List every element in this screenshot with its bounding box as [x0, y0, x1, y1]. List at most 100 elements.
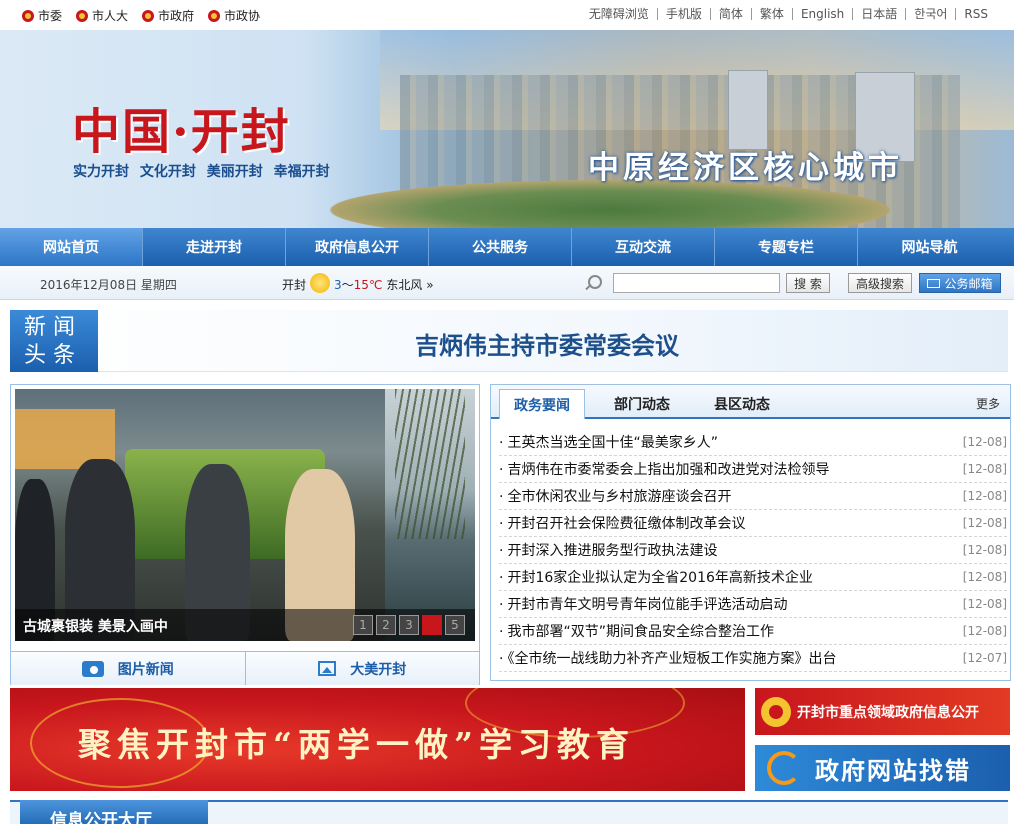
- weather-widget[interactable]: 开封 3～15℃ 东北风 »: [282, 272, 434, 293]
- link-korean[interactable]: 한국어: [905, 8, 955, 20]
- org-links: 市委 市人大 市政府 市政协: [22, 7, 260, 24]
- cppcc-emblem-icon: [208, 9, 221, 22]
- news-date: [12-08]: [962, 462, 1007, 476]
- pager-3[interactable]: 3: [399, 615, 419, 635]
- tab-photo-news[interactable]: 图片新闻: [11, 652, 246, 685]
- news-date: [12-08]: [962, 489, 1007, 503]
- nav-gov-info[interactable]: 政府信息公开: [286, 228, 429, 266]
- photo-news-image[interactable]: [15, 389, 475, 641]
- news-title[interactable]: 开封召开社会保险费征缴体制改革会议: [499, 513, 745, 533]
- link-simplified[interactable]: 简体: [709, 8, 751, 20]
- link-shizhengxie[interactable]: 市政协: [208, 7, 260, 24]
- nav-interaction[interactable]: 互动交流: [572, 228, 715, 266]
- link-shizhengfu[interactable]: 市政府: [142, 7, 194, 24]
- news-list: 王英杰当选全国十佳“最美家乡人” [12-08] 吉炳伟在市委常委会上指出加强和改…: [499, 429, 1007, 672]
- list-item[interactable]: 《全市统一战线助力补齐产业短板工作实施方案》出台 [12-07]: [499, 645, 1007, 672]
- list-item[interactable]: 开封16家企业拟认定为全省2016年高新技术企业 [12-08]: [499, 564, 1007, 591]
- news-title[interactable]: 王英杰当选全国十佳“最美家乡人”: [499, 432, 718, 452]
- news-date: [12-07]: [962, 651, 1007, 665]
- tab-county-news[interactable]: 县区动态: [699, 389, 785, 419]
- image-icon: [318, 661, 337, 676]
- link-mobile[interactable]: 手机版: [656, 8, 710, 20]
- key-info-disclosure-label: 开封市重点领域政府信息公开: [797, 704, 979, 721]
- headline-tag: 新 闻 头 条: [10, 310, 98, 372]
- news-more-link[interactable]: 更多: [976, 395, 1000, 412]
- link-shirenda[interactable]: 市人大: [76, 7, 128, 24]
- ie-logo-icon: [767, 751, 801, 785]
- section-title[interactable]: 信息公开大厅: [20, 800, 208, 824]
- camera-icon: [81, 660, 104, 677]
- pager-5[interactable]: 5: [445, 615, 465, 635]
- utility-links: 无障碍浏览 手机版 简体 繁体 English 日本語 한국어 RSS: [581, 8, 996, 20]
- photo-caption-bar: 古城裹银装 美景入画中 1 2 3 4 5: [15, 609, 475, 641]
- temp-separator: ～: [341, 278, 354, 292]
- banner-slogan: 中原经济区核心城市: [588, 150, 903, 186]
- top-bar: 市委 市人大 市政府 市政协 无障碍浏览 手机版 简体 繁体 English 日…: [0, 0, 1014, 30]
- news-date: [12-08]: [962, 570, 1007, 584]
- news-date: [12-08]: [962, 435, 1007, 449]
- photo-tabs: 图片新闻 大美开封: [11, 651, 479, 685]
- nav-special-topics[interactable]: 专题专栏: [715, 228, 858, 266]
- news-title[interactable]: 《全市统一战线助力补齐产业短板工作实施方案》出台: [499, 648, 836, 668]
- nav-about[interactable]: 走进开封: [143, 228, 286, 266]
- current-date: 2016年12月08日 星期四: [40, 278, 177, 292]
- link-rss[interactable]: RSS: [955, 8, 996, 20]
- news-date: [12-08]: [962, 624, 1007, 638]
- list-item[interactable]: 开封召开社会保险费征缴体制改革会议 [12-08]: [499, 510, 1007, 537]
- photo-news-panel: 古城裹银装 美景入画中 1 2 3 4 5 图片新闻 大美开封: [10, 384, 480, 685]
- list-item[interactable]: 吉炳伟在市委常委会上指出加强和改进党对法检领导 [12-08]: [499, 456, 1007, 483]
- photo-pager: 1 2 3 4 5: [353, 615, 465, 635]
- list-item[interactable]: 开封深入推进服务型行政执法建设 [12-08]: [499, 537, 1007, 564]
- headline-tag-line2: 头 条: [24, 343, 75, 368]
- mail-icon: [927, 278, 941, 288]
- report-error-banner[interactable]: 政府网站找错: [755, 745, 1010, 791]
- link-accessibility[interactable]: 无障碍浏览: [581, 8, 657, 20]
- temp-low: 3: [334, 278, 342, 292]
- link-shiwei[interactable]: 市委: [22, 7, 62, 24]
- pager-2[interactable]: 2: [376, 615, 396, 635]
- news-date: [12-08]: [962, 543, 1007, 557]
- nav-sitemap[interactable]: 网站导航: [858, 228, 1001, 266]
- nav-home[interactable]: 网站首页: [0, 228, 143, 266]
- tab-gov-news[interactable]: 政务要闻: [499, 389, 585, 419]
- search-button[interactable]: 搜 索: [786, 273, 830, 293]
- wind: 东北风 »: [386, 278, 434, 292]
- news-title[interactable]: 全市休闲农业与乡村旅游座谈会召开: [499, 486, 731, 506]
- pager-1[interactable]: 1: [353, 615, 373, 635]
- news-title[interactable]: 开封深入推进服务型行政执法建设: [499, 540, 717, 560]
- link-traditional[interactable]: 繁体: [750, 8, 792, 20]
- two-studies-banner[interactable]: 聚焦开封市“两学一做”学习教育: [10, 688, 745, 791]
- national-emblem-icon: [142, 9, 155, 22]
- official-mail-label: 公务邮箱: [944, 276, 993, 291]
- list-item[interactable]: 我市部署“双节”期间食品安全综合整治工作 [12-08]: [499, 618, 1007, 645]
- news-date: [12-08]: [962, 516, 1007, 530]
- photo-caption[interactable]: 古城裹银装 美景入画中: [23, 616, 168, 636]
- link-english[interactable]: English: [791, 8, 852, 20]
- list-item[interactable]: 王英杰当选全国十佳“最美家乡人” [12-08]: [499, 429, 1007, 456]
- tab-dept-news[interactable]: 部门动态: [599, 389, 685, 419]
- headline-news: 新 闻 头 条 吉炳伟主持市委常委会议: [10, 310, 1008, 372]
- headline-tag-line1: 新 闻: [24, 315, 75, 340]
- tab-beautiful-kaifeng[interactable]: 大美开封: [246, 652, 480, 685]
- headline-title[interactable]: 吉炳伟主持市委常委会议: [415, 326, 679, 361]
- banner-building: [728, 70, 768, 150]
- tab-beautiful-kaifeng-label: 大美开封: [350, 661, 407, 678]
- news-title[interactable]: 开封16家企业拟认定为全省2016年高新技术企业: [499, 567, 812, 587]
- link-japanese[interactable]: 日本語: [852, 8, 905, 20]
- news-title[interactable]: 我市部署“双节”期间食品安全综合整治工作: [499, 621, 774, 641]
- news-panel: 政务要闻 部门动态 县区动态 更多 王英杰当选全国十佳“最美家乡人” [12-08…: [490, 384, 1011, 681]
- official-mail-button[interactable]: 公务邮箱: [919, 273, 1001, 293]
- nav-public-service[interactable]: 公共服务: [429, 228, 572, 266]
- advanced-search-button[interactable]: 高级搜索: [848, 273, 912, 293]
- key-info-disclosure-banner[interactable]: 开封市重点领域政府信息公开: [755, 688, 1010, 735]
- search-input[interactable]: [613, 273, 780, 293]
- pager-4[interactable]: 4: [422, 615, 442, 635]
- news-title[interactable]: 开封市青年文明号青年岗位能手评选活动启动: [499, 594, 787, 614]
- site-logo-title[interactable]: 中国·开封: [72, 92, 291, 162]
- list-item[interactable]: 开封市青年文明号青年岗位能手评选活动启动 [12-08]: [499, 591, 1007, 618]
- list-item[interactable]: 全市休闲农业与乡村旅游座谈会召开 [12-08]: [499, 483, 1007, 510]
- main-nav: 网站首页 走进开封 政府信息公开 公共服务 互动交流 专题专栏 网站导航: [0, 228, 1014, 266]
- news-title[interactable]: 吉炳伟在市委常委会上指出加强和改进党对法检领导: [499, 459, 829, 479]
- news-date: [12-08]: [962, 597, 1007, 611]
- two-studies-banner-text: 聚焦开封市“两学一做”学习教育: [78, 725, 635, 764]
